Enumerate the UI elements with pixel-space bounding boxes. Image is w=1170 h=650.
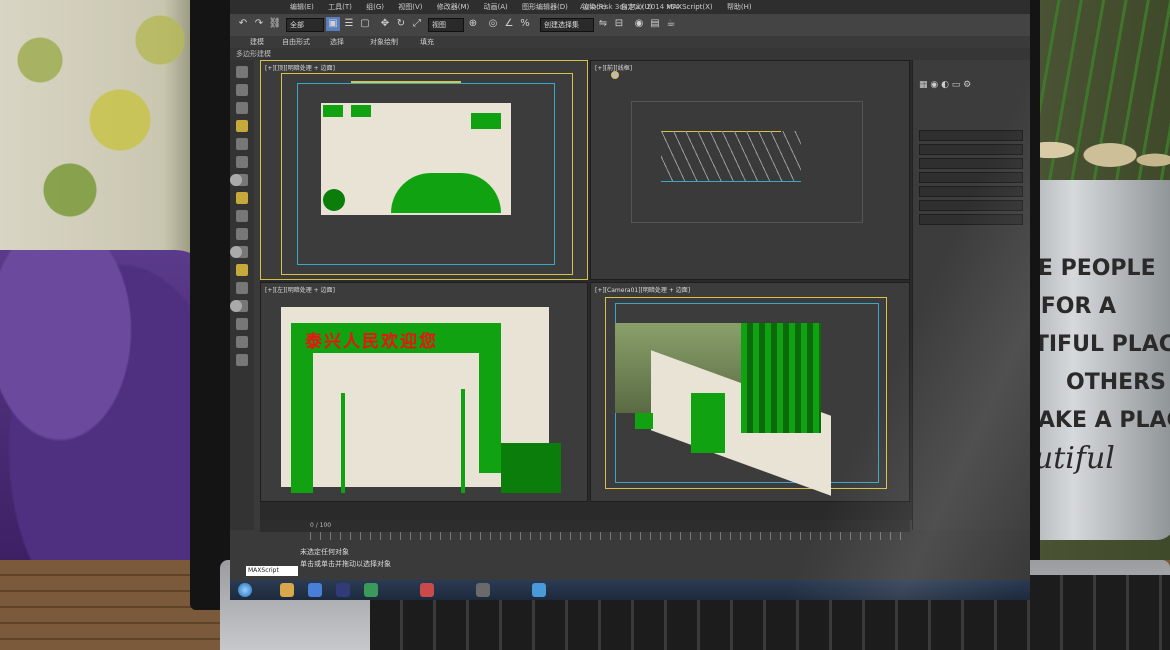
link-icon[interactable]: ⛓ [268,17,282,31]
tool-button[interactable] [236,156,248,168]
explorer-icon[interactable] [280,583,294,597]
viewcube-icon[interactable] [611,71,619,79]
menu-item-edit[interactable]: 编辑(E) [290,3,314,11]
menu-item-tools[interactable]: 工具(T) [328,3,352,11]
ribbon-tab-selection[interactable]: 选择 [330,36,344,48]
percent-snap-icon[interactable]: % [518,17,532,31]
maxscript-listener[interactable]: MAXScript [246,566,298,576]
purple-cloth [0,250,215,570]
tool-button[interactable] [236,282,248,294]
ie-icon[interactable] [308,583,322,597]
green-block [323,105,343,117]
camera-line [351,81,461,83]
tool-button[interactable] [236,336,248,348]
menu-item-group[interactable]: 组(G) [366,3,384,11]
viewport-label[interactable]: [+][顶][明暗处理 + 边面] [265,63,335,72]
pivot-icon[interactable]: ⊕ [466,17,480,31]
gate-pillar-left [291,353,313,493]
gate-pillar-right [479,353,501,473]
scale-icon[interactable]: ⤢ [410,17,424,31]
menu-item-animation[interactable]: 动画(A) [483,3,507,11]
welcome-sign-text: 泰兴人民欢迎您 [305,332,438,352]
menu-item-views[interactable]: 视图(V) [398,3,422,11]
3dsmax-taskbar-icon[interactable] [476,583,490,597]
viewport-left[interactable]: [+][左][明暗处理 + 边面] 泰兴人民欢迎您 [260,282,588,502]
status-selection: 未选定任何对象 [300,548,349,556]
left-tool-column [230,60,254,530]
viewport-top[interactable]: [+][顶][明暗处理 + 边面] [260,60,588,280]
viewport-label[interactable]: [+][左][明暗处理 + 边面] [265,285,335,294]
tool-button[interactable] [230,246,242,258]
tool-button[interactable] [230,300,242,312]
ribbon-subtitle: 多边形建模 [236,50,271,58]
tool-button[interactable] [236,228,248,240]
tool-button[interactable] [236,120,248,132]
green-block [351,105,371,117]
menu-item-modifiers[interactable]: 修改器(M) [437,3,470,11]
frame-counter: 0 / 100 [310,522,332,529]
angle-snap-icon[interactable]: ∠ [502,17,516,31]
tool-button[interactable] [236,66,248,78]
laptop-screen: 编辑(E) 工具(T) 组(G) 视图(V) 修改器(M) 动画(A) 图形编辑… [230,0,1030,600]
green-block [635,413,653,429]
cylinder-tool-icon[interactable] [230,174,242,186]
app-icon[interactable] [532,583,546,597]
rotate-icon[interactable]: ↻ [394,17,408,31]
tool-button[interactable] [236,210,248,222]
tree-canopy [323,189,345,211]
tool-button[interactable] [236,354,248,366]
redo-icon[interactable]: ↷ [252,17,266,31]
move-icon[interactable]: ✥ [378,17,392,31]
ribbon-tab-freeform[interactable]: 自由形式 [282,36,310,48]
green-pillar [691,393,725,453]
render-setup-icon[interactable]: ▤ [648,17,662,31]
menu-item-graph-editors[interactable]: 图形编辑器(D) [522,3,568,11]
photoshop-icon[interactable] [336,583,350,597]
windows-start-icon[interactable] [238,583,252,597]
screen-glare [750,0,1030,600]
mirror-icon[interactable]: ⇋ [596,17,610,31]
ribbon-tab-object-paint[interactable]: 对象绘制 [370,36,398,48]
app-icon[interactable] [364,583,378,597]
tree-trunk [461,389,465,493]
select-by-name-icon[interactable]: ☰ [342,17,356,31]
viewport-label[interactable]: [+][Camera01][明暗处理 + 边面] [595,285,690,294]
tree-trunk [341,393,345,493]
align-icon[interactable]: ⊟ [612,17,626,31]
viewport-label[interactable]: [+][前][线框] [595,63,632,72]
selection-filter-dropdown[interactable]: 全部 [286,18,324,32]
green-block [471,113,501,129]
green-box [501,443,561,493]
tool-button[interactable] [236,102,248,114]
yellow-flowers-background [0,0,200,240]
undo-icon[interactable]: ↶ [236,17,250,31]
ribbon-tab-populate[interactable]: 填充 [420,36,434,48]
select-object-icon[interactable]: ▣ [326,17,340,31]
app-icon[interactable] [420,583,434,597]
menu-item-help[interactable]: 帮助(H) [727,3,752,11]
tool-button[interactable] [236,264,248,276]
tool-button[interactable] [236,138,248,150]
ribbon-tab-modeling[interactable]: 建模 [250,36,264,48]
render-icon[interactable]: ☕ [664,17,678,31]
named-selection-field[interactable]: 创建选择集 [540,18,594,32]
reference-coordinate-dropdown[interactable]: 视图 [428,18,464,32]
rectangle-select-icon[interactable]: ▢ [358,17,372,31]
tool-button[interactable] [236,84,248,96]
light-tool-icon[interactable] [236,192,248,204]
snap-icon[interactable]: ◎ [486,17,500,31]
material-editor-icon[interactable]: ◉ [632,17,646,31]
status-prompt: 单击或单击并拖动以选择对象 [300,560,391,568]
app-title: Autodesk 3ds Max 2014 x64 [580,3,680,11]
tool-button[interactable] [236,318,248,330]
